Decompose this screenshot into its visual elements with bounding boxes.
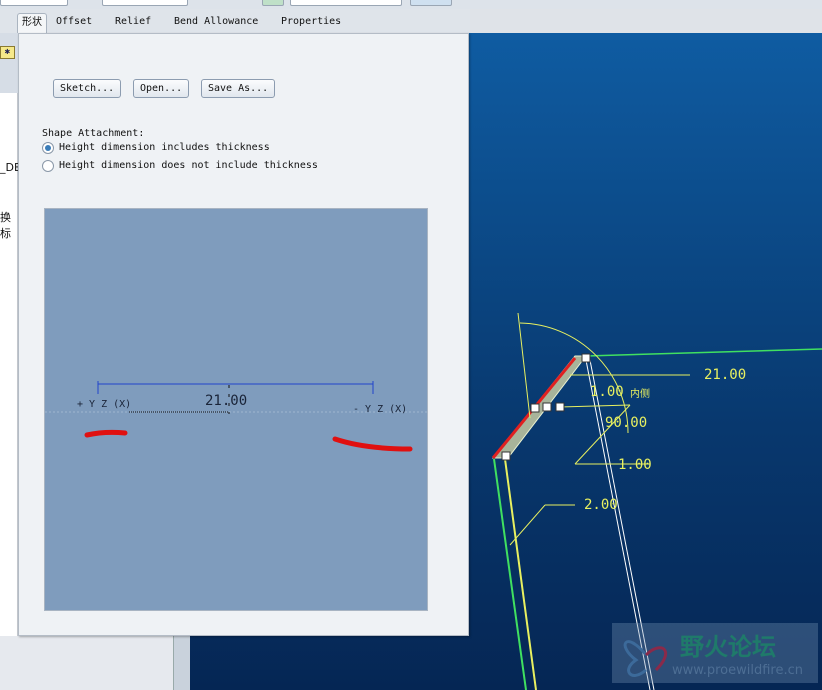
preview-coord-left: + Y Z (X) bbox=[77, 399, 132, 410]
status-area bbox=[0, 636, 190, 690]
tab-shape[interactable]: 形状 bbox=[17, 13, 47, 33]
tab-bend-allowance[interactable]: Bend Allowance bbox=[170, 13, 262, 33]
preview-coord-right: - Y Z (X) bbox=[353, 404, 408, 415]
radio-label[interactable]: Height dimension includes thickness bbox=[59, 142, 270, 153]
toolbar-dropdown-2[interactable] bbox=[290, 0, 402, 6]
tab-relief[interactable]: Relief bbox=[111, 13, 155, 33]
shape-attachment-label: Shape Attachment: bbox=[42, 128, 145, 139]
watermark-logo-icon bbox=[623, 640, 668, 677]
toolbar bbox=[0, 0, 822, 9]
tab-bar: 形状 Offset Relief Bend Allowance Properti… bbox=[0, 9, 470, 33]
sketch-button[interactable]: Sketch... bbox=[53, 79, 122, 98]
dimension-radius[interactable]: 1.00 bbox=[618, 457, 652, 473]
watermark-url: www.proewildfire.cn bbox=[672, 663, 803, 678]
dimension-thickness[interactable]: 1.00 bbox=[590, 384, 624, 400]
toolbar-dropdown[interactable] bbox=[102, 0, 188, 6]
radio-includes-thickness[interactable] bbox=[42, 142, 54, 154]
toolbar-toggle[interactable] bbox=[410, 0, 452, 6]
open-button[interactable]: Open... bbox=[133, 79, 190, 98]
save-as-button[interactable]: Save As... bbox=[201, 79, 276, 98]
dimension-side-label: 内侧 bbox=[630, 389, 650, 400]
watermark-name: 野火论坛 bbox=[680, 633, 776, 661]
shape-panel: Sketch... Open... Save As... Shape Attac… bbox=[18, 33, 469, 636]
sketch-preview: 21.00 + Y Z (X) - Y Z (X) bbox=[44, 208, 429, 611]
scrollbar[interactable] bbox=[173, 636, 190, 690]
tree-item[interactable]: 换 标 bbox=[0, 209, 17, 241]
dimension-angle[interactable]: 90.00 bbox=[605, 415, 647, 431]
tab-properties[interactable]: Properties bbox=[277, 13, 345, 33]
dimension-length[interactable]: 21.00 bbox=[704, 367, 746, 383]
radio-label[interactable]: Height dimension does not include thickn… bbox=[59, 160, 318, 171]
toolbar-icon-button[interactable] bbox=[262, 0, 284, 6]
folder-star-icon[interactable]: ✱ bbox=[0, 46, 15, 59]
model-tree-strip: ✱ _DEF 换 标 bbox=[0, 33, 27, 636]
tab-offset[interactable]: Offset bbox=[52, 13, 96, 33]
watermark: 野火论坛 www.proewildfire.cn bbox=[612, 623, 818, 683]
toolbar-field[interactable] bbox=[0, 0, 68, 6]
radio-excludes-thickness[interactable] bbox=[42, 160, 54, 172]
dimension-height[interactable]: 2.00 bbox=[584, 497, 618, 513]
preview-dimension[interactable]: 21.00 bbox=[205, 393, 247, 409]
